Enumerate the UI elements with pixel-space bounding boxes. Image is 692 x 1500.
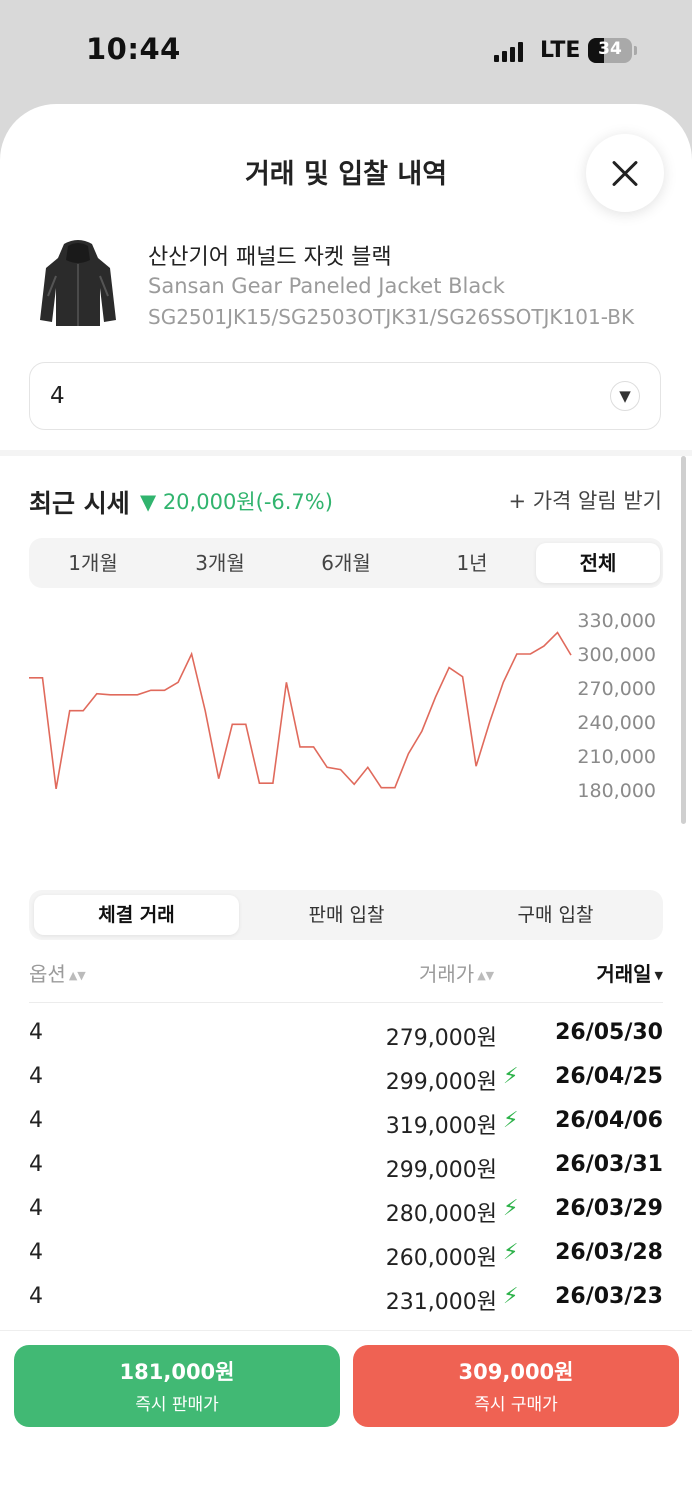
table-row: 4 280,000원 ⚡ 26/03/29 <box>29 1196 663 1240</box>
price-line <box>29 631 572 790</box>
section-divider <box>0 450 692 456</box>
table-row: 4 279,000원 26/05/30 <box>29 1020 663 1064</box>
status-bar: 10:44 LTE 34 <box>0 0 692 104</box>
row-option: 4 <box>29 1108 43 1133</box>
sort-icon: ▲▼ <box>477 969 495 982</box>
y-tick-label: 240,000 <box>577 712 656 734</box>
product-name: 산산기어 패널드 자켓 블랙 <box>148 245 392 270</box>
table-row: 4 299,000원 26/03/31 <box>29 1152 663 1196</box>
buy-price: 309,000원 <box>458 1360 574 1384</box>
table-row: 4 319,000원 ⚡ 26/04/06 <box>29 1108 663 1152</box>
y-tick-label: 180,000 <box>577 780 656 802</box>
row-date: 26/03/29 <box>555 1196 663 1221</box>
sort-desc-icon: ▼ <box>654 969 663 982</box>
action-bar: 181,000원 즉시 판매가 309,000원 즉시 구매가 <box>0 1330 692 1500</box>
row-date: 26/04/25 <box>555 1064 663 1089</box>
status-time: 10:44 <box>86 32 181 66</box>
fast-delivery-icon: ⚡ <box>503 1064 519 1089</box>
row-price: 299,000원 <box>385 1070 497 1095</box>
price-alert-button[interactable]: + 가격 알림 받기 <box>508 485 662 515</box>
dropdown-arrow-icon: ▼ <box>610 381 640 411</box>
row-price: 319,000원 <box>385 1114 497 1139</box>
row-option: 4 <box>29 1152 43 1177</box>
price-column-header[interactable]: 거래가 ▲▼ <box>419 958 494 987</box>
buy-label: 즉시 구매가 <box>474 1395 558 1415</box>
table-row: 4 299,000원 ⚡ 26/04/25 <box>29 1064 663 1108</box>
size-option-select[interactable]: 4 ▼ <box>29 362 661 430</box>
period-tabs: 1개월 3개월 6개월 1년 전체 <box>29 538 663 588</box>
fast-delivery-icon: ⚡ <box>503 1196 519 1221</box>
y-tick-label: 330,000 <box>577 610 656 632</box>
trade-type-tabs: 체결 거래 판매 입찰 구매 입찰 <box>29 890 663 940</box>
row-option: 4 <box>29 1020 43 1045</box>
row-price: 280,000원 <box>385 1202 497 1227</box>
selected-size: 4 <box>50 383 65 409</box>
battery-level: 34 <box>598 39 622 59</box>
tab-buy-bids[interactable]: 구매 입찰 <box>453 895 658 935</box>
tab-all[interactable]: 전체 <box>536 543 660 583</box>
row-option: 4 <box>29 1196 43 1221</box>
date-column-header[interactable]: 거래일 ▼ <box>596 958 663 987</box>
row-price: 299,000원 <box>385 1158 497 1183</box>
row-price: 260,000원 <box>385 1246 497 1271</box>
tab-6-months[interactable]: 6개월 <box>283 543 409 583</box>
row-option: 4 <box>29 1284 43 1309</box>
table-row: 4 260,000원 ⚡ 26/03/28 <box>29 1240 663 1284</box>
price-chart[interactable]: 330,000 300,000 270,000 240,000 210,000 180,0… <box>0 600 692 820</box>
row-date: 26/03/28 <box>555 1240 663 1265</box>
row-price: 279,000원 <box>385 1026 497 1051</box>
row-option: 4 <box>29 1064 43 1089</box>
y-tick-label: 210,000 <box>577 746 656 768</box>
y-tick-label: 270,000 <box>577 678 656 700</box>
row-date: 26/03/31 <box>555 1152 663 1177</box>
sell-price: 181,000원 <box>119 1360 235 1384</box>
scrollbar[interactable] <box>681 456 686 824</box>
tab-1-month[interactable]: 1개월 <box>29 543 157 583</box>
fast-delivery-icon: ⚡ <box>503 1284 519 1309</box>
y-tick-label: 300,000 <box>577 644 656 666</box>
fast-delivery-icon: ⚡ <box>503 1108 519 1133</box>
tab-3-months[interactable]: 3개월 <box>157 543 283 583</box>
network-label: LTE <box>540 38 581 63</box>
instant-sell-button[interactable]: 181,000원 즉시 판매가 <box>14 1345 340 1427</box>
table-header: 옵션 ▲▼ 거래가 ▲▼ 거래일 ▼ <box>29 956 663 1003</box>
recent-price-label: 최근 시세 <box>29 489 130 518</box>
battery-icon: 34 <box>588 38 632 63</box>
tab-sell-bids[interactable]: 판매 입찰 <box>244 895 449 935</box>
tab-1-year[interactable]: 1년 <box>409 543 535 583</box>
row-date: 26/04/06 <box>555 1108 663 1133</box>
sell-label: 즉시 판매가 <box>135 1395 219 1415</box>
row-date: 26/03/23 <box>555 1284 663 1309</box>
product-english-name: Sansan Gear Paneled Jacket Black <box>148 274 505 298</box>
row-price: 231,000원 <box>385 1290 497 1315</box>
row-date: 26/05/30 <box>555 1020 663 1045</box>
table-row: 4 231,000원 ⚡ 26/03/23 <box>29 1284 663 1328</box>
instant-buy-button[interactable]: 309,000원 즉시 구매가 <box>353 1345 679 1427</box>
trade-history-sheet: 거래 및 입찰 내역 산산기어 패널드 자켓 블랙 Sansan Gear Pa… <box>0 104 692 1500</box>
close-button[interactable] <box>586 134 664 212</box>
tab-completed-trades[interactable]: 체결 거래 <box>34 895 239 935</box>
sort-icon: ▲▼ <box>68 969 86 982</box>
option-column-header[interactable]: 옵션 ▲▼ <box>29 958 86 987</box>
fast-delivery-icon: ⚡ <box>503 1240 519 1265</box>
signal-icon <box>494 42 526 62</box>
jacket-image <box>40 240 116 326</box>
price-change: ▼ 20,000원(-6.7%) <box>140 490 333 514</box>
row-option: 4 <box>29 1240 43 1265</box>
product-codes: SG2501JK15/SG2503OTJK31/SG26SSOTJK101-BK <box>148 305 635 329</box>
